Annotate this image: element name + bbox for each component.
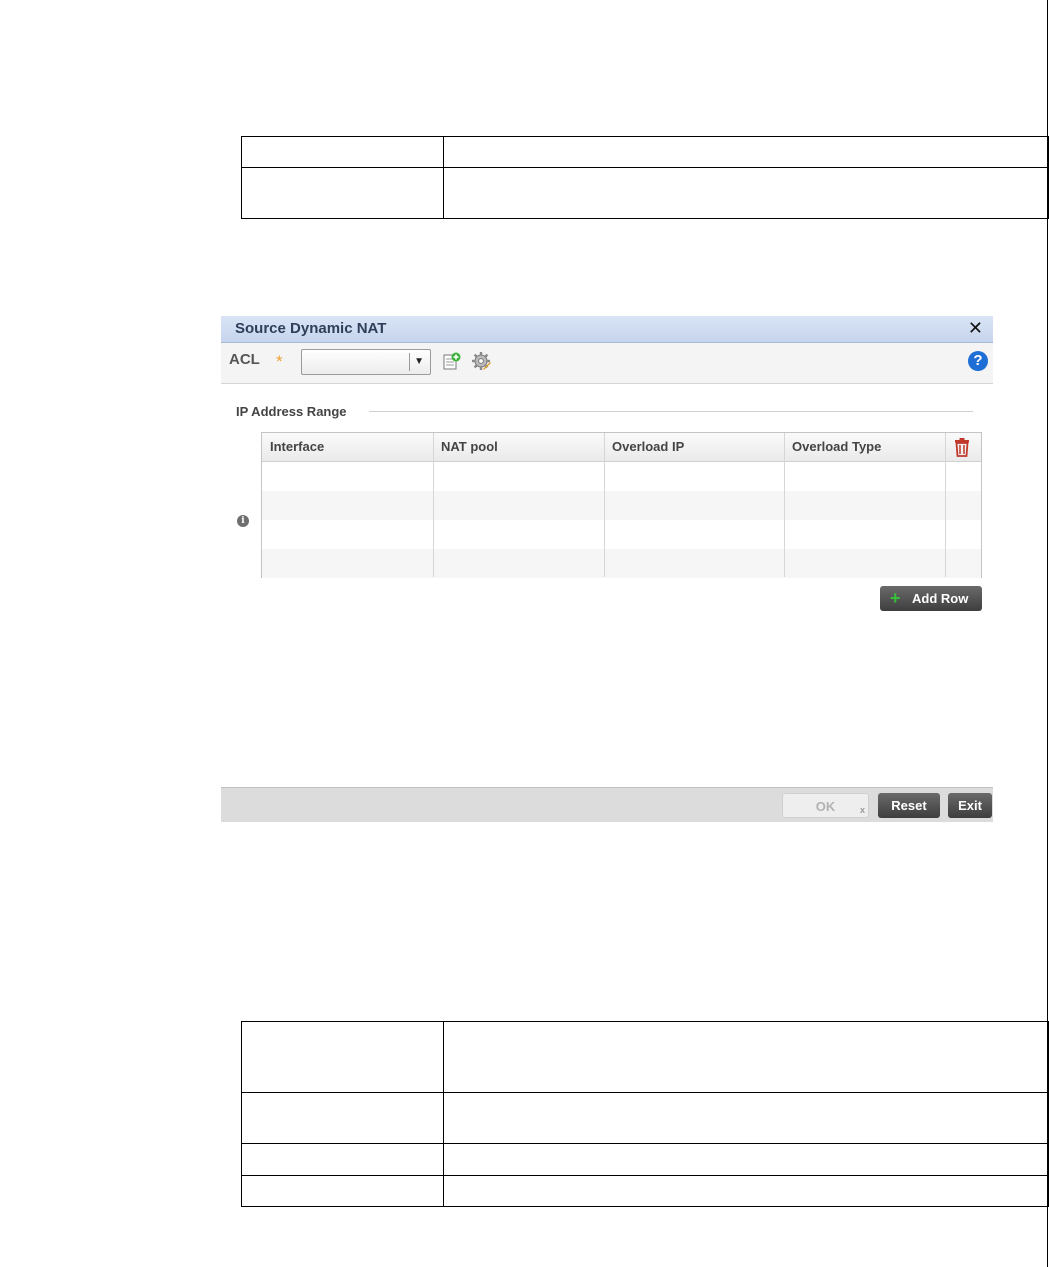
table-cell <box>241 1175 444 1207</box>
doc-table-top <box>241 136 1049 219</box>
table-row <box>241 1143 1049 1176</box>
table-cell <box>443 1092 1049 1144</box>
table-cell <box>241 167 444 219</box>
table-row[interactable] <box>262 549 981 578</box>
grid-header: Interface NAT pool Overload IP Overload … <box>262 433 981 462</box>
section-title: IP Address Range <box>236 404 347 419</box>
chevron-down-icon: ▼ <box>414 356 424 367</box>
table-cell <box>443 136 1049 168</box>
column-header-overload-type[interactable]: Overload Type <box>784 433 945 461</box>
acl-select[interactable]: ▼ <box>301 349 431 375</box>
table-row <box>241 1021 1049 1093</box>
column-header-interface[interactable]: Interface <box>262 433 433 461</box>
column-header-overload-ip[interactable]: Overload IP <box>604 433 784 461</box>
acl-toolbar: ACL * ▼ ? <box>221 343 993 384</box>
required-star-icon: * <box>276 352 283 371</box>
table-cell <box>241 1092 444 1144</box>
table-cell <box>241 1143 444 1176</box>
info-icon: i <box>237 515 249 527</box>
table-row <box>241 1092 1049 1144</box>
help-icon[interactable]: ? <box>968 351 988 371</box>
table-row <box>241 136 1049 168</box>
doc-table-bottom <box>241 1021 1049 1207</box>
table-cell <box>443 1143 1049 1176</box>
add-row-label: Add Row <box>912 591 969 606</box>
table-row[interactable] <box>262 520 981 549</box>
gear-icon[interactable] <box>471 351 491 371</box>
column-divider <box>433 433 434 577</box>
column-divider <box>945 433 946 577</box>
table-cell <box>443 1175 1049 1207</box>
source-dynamic-nat-dialog: Source Dynamic NAT ✕ ACL * ▼ ? IP Addres… <box>221 316 993 822</box>
table-row[interactable] <box>262 462 981 491</box>
table-cell <box>241 136 444 168</box>
table-cell <box>443 1021 1049 1093</box>
create-policy-icon[interactable] <box>443 352 461 370</box>
dialog-footer: OK x Reset Exit <box>221 787 993 822</box>
ok-label: OK <box>815 799 836 814</box>
acl-label: ACL <box>229 351 260 368</box>
ip-address-range-grid: Interface NAT pool Overload IP Overload … <box>261 432 982 578</box>
table-row[interactable] <box>262 491 981 520</box>
reset-button[interactable]: Reset <box>878 793 940 818</box>
table-row <box>241 167 1049 219</box>
column-divider <box>784 433 785 577</box>
table-cell <box>443 167 1049 219</box>
plus-icon: + <box>890 588 901 608</box>
table-cell <box>241 1021 444 1093</box>
trash-icon[interactable] <box>952 437 972 457</box>
ok-button[interactable]: OK x <box>782 793 869 818</box>
select-divider <box>409 353 410 371</box>
close-icon[interactable]: ✕ <box>968 318 983 339</box>
ok-disabled-mark: x <box>859 805 865 815</box>
dialog-titlebar: Source Dynamic NAT ✕ <box>221 316 993 343</box>
section-divider <box>369 411 973 412</box>
add-row-button[interactable]: + Add Row <box>880 586 982 611</box>
column-header-nat-pool[interactable]: NAT pool <box>433 433 604 461</box>
column-divider <box>604 433 605 577</box>
dialog-title: Source Dynamic NAT <box>235 320 387 337</box>
exit-button[interactable]: Exit <box>948 793 992 818</box>
table-row <box>241 1175 1049 1207</box>
